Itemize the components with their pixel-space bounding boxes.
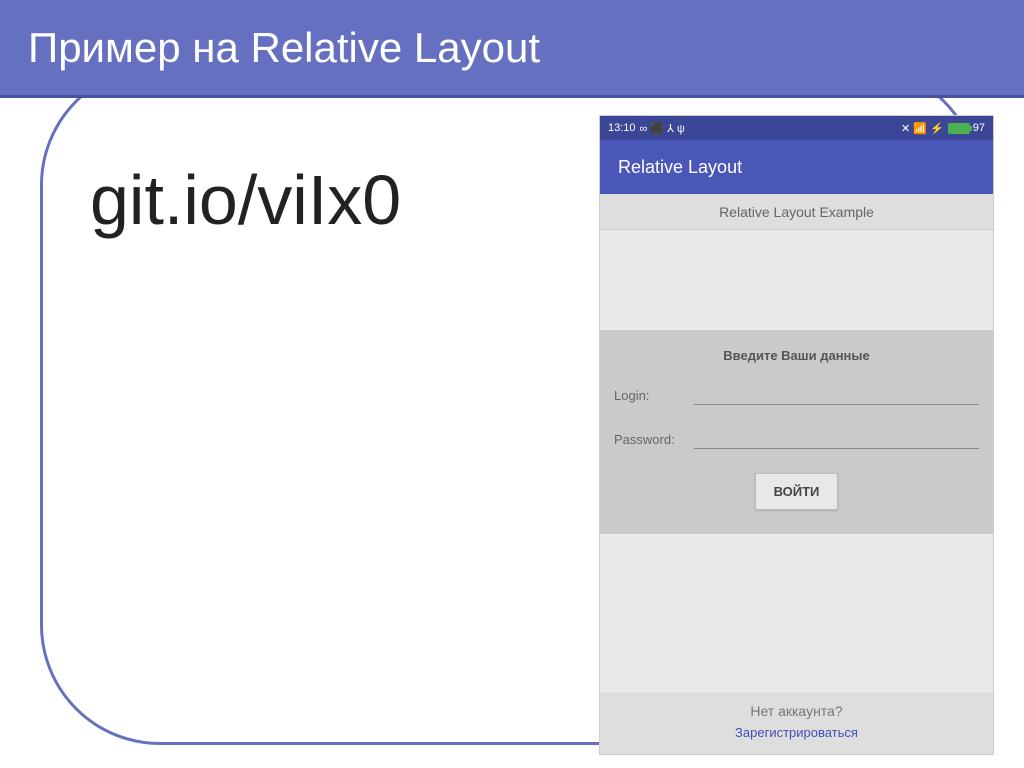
status-right: ✕ 📶 ⚡ 97	[901, 122, 985, 135]
url-text: git.io/viIx0	[90, 160, 401, 240]
status-bar: 13:10 ∞ ⬛ ⅄ ψ ✕ 📶 ⚡ 97	[600, 116, 993, 140]
spacer-top	[600, 230, 993, 330]
no-account-text: Нет аккаунта?	[600, 703, 993, 719]
form-section: Введите Ваши данные Login: Password: ВОЙ…	[600, 330, 993, 534]
password-label: Password:	[614, 432, 694, 449]
button-row: ВОЙТИ	[614, 473, 979, 510]
status-icons-left: ∞ ⬛ ⅄ ψ	[640, 122, 685, 135]
status-time: 13:10	[608, 122, 636, 134]
login-row: Login:	[614, 385, 979, 405]
battery-indicator: 97	[948, 122, 985, 134]
phone-screenshot: 13:10 ∞ ⬛ ⅄ ψ ✕ 📶 ⚡ 97 Relative Layout R…	[599, 115, 994, 755]
password-input[interactable]	[694, 429, 979, 449]
battery-icon	[948, 123, 970, 134]
login-input[interactable]	[694, 385, 979, 405]
register-link[interactable]: Зарегистрироваться	[600, 725, 993, 740]
login-button[interactable]: ВОЙТИ	[755, 473, 839, 510]
form-heading: Введите Ваши данные	[614, 348, 979, 363]
slide-header: Пример на Relative Layout	[0, 0, 1024, 95]
status-left: 13:10 ∞ ⬛ ⅄ ψ	[608, 122, 685, 135]
left-content: git.io/viIx0	[90, 160, 401, 240]
password-row: Password:	[614, 429, 979, 449]
subtitle-text: Relative Layout Example	[719, 204, 874, 220]
app-bar: Relative Layout	[600, 140, 993, 194]
subtitle-bar: Relative Layout Example	[600, 194, 993, 230]
battery-level: 97	[973, 122, 985, 134]
footer-section: Нет аккаунта? Зарегистрироваться	[600, 693, 993, 754]
spacer-middle	[600, 534, 993, 693]
login-label: Login:	[614, 388, 694, 405]
app-bar-title: Relative Layout	[618, 157, 742, 178]
slide-title: Пример на Relative Layout	[28, 24, 540, 72]
status-signal-icons: ✕ 📶 ⚡	[901, 122, 944, 135]
header-underline	[0, 95, 1024, 98]
